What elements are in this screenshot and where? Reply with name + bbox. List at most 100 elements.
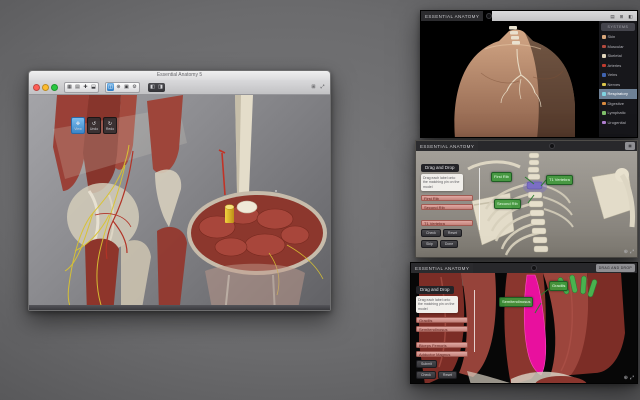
sidebar-item-respiratory[interactable]: Respiratory xyxy=(599,89,637,99)
fullscreen-icon[interactable]: ⤢ xyxy=(319,83,326,91)
sidebar-item-digestive[interactable]: Digestive xyxy=(599,99,637,109)
split-view-icon[interactable]: ◧ xyxy=(627,13,634,20)
grid-view-icon[interactable]: ⊞ xyxy=(618,13,625,20)
bone-icon xyxy=(602,54,606,58)
isolate-icon[interactable]: ◫ xyxy=(107,83,114,91)
thigh-cross-section[interactable] xyxy=(187,191,327,275)
sidebar-item-urogenital[interactable]: Urogenital xyxy=(599,118,637,128)
drag-drop-panel: Drag and Drop Drag each label onto the m… xyxy=(416,278,476,379)
pin-label[interactable]: Second Rib xyxy=(494,199,521,209)
main-3d-viewport[interactable]: ✥ View ↺ Undo ↻ Redo xyxy=(29,95,330,310)
sciatic-nerve-highlight[interactable] xyxy=(225,205,234,223)
pin-label[interactable]: Gracilis xyxy=(549,281,568,291)
settings-icon[interactable]: ⚙ xyxy=(131,83,138,91)
panel-instructions: Drag each label onto the matching pin on… xyxy=(416,296,458,313)
atlas-toolbar: ▤ ⊞ ◧ xyxy=(492,11,637,21)
kidney-icon xyxy=(602,121,606,125)
atlas-titlebar: ESSENTIAL ANATOMY ▤ ⊞ ◧ xyxy=(421,11,637,21)
nerve-icon xyxy=(602,83,606,87)
view-mode-segmented-control[interactable]: ◧ ◨ xyxy=(148,83,165,92)
spine-titlebar: ESSENTIAL ANATOMY ▦ xyxy=(416,141,637,151)
chest-torso-illustration xyxy=(421,21,599,137)
expand-icon[interactable]: ⤢ xyxy=(630,249,634,255)
drag-label[interactable]: T1 Vertebra xyxy=(421,220,473,226)
sidebar-item-muscular[interactable]: Muscular xyxy=(599,42,637,52)
drag-label[interactable]: Second Rib xyxy=(421,204,473,210)
reset-button[interactable]: Reset xyxy=(438,371,457,379)
minimize-button[interactable] xyxy=(42,84,49,91)
cut-icon[interactable]: ⬓ xyxy=(90,83,97,91)
pin-label[interactable]: Semitendinosus xyxy=(499,297,533,307)
check-button[interactable]: Check xyxy=(416,371,436,379)
pin-label[interactable]: First Rib xyxy=(491,172,512,182)
done-button[interactable]: Done xyxy=(440,240,458,248)
panel-scrollbar[interactable] xyxy=(474,290,475,352)
vein-icon xyxy=(602,73,606,77)
sidebar-item-lymphatic[interactable]: Lymphatic xyxy=(599,108,637,118)
thigh-3d-viewport[interactable]: Semitendinosus Gracilis Drag and Drop Dr… xyxy=(411,273,637,383)
lymph-icon xyxy=(602,111,606,115)
zoom-icon[interactable]: ⊕ xyxy=(624,249,628,255)
view-tool-button[interactable]: ✥ View xyxy=(71,117,85,134)
viewport-corner-controls: ⊕ ⤢ xyxy=(624,249,634,255)
segment-left-icon[interactable]: ◧ xyxy=(149,83,156,91)
media-icon[interactable]: ▣ xyxy=(123,83,130,91)
chest-anatomy-window[interactable]: ESSENTIAL ANATOMY ▤ ⊞ ◧ xyxy=(420,10,638,138)
check-button[interactable]: Check xyxy=(421,229,441,237)
floating-tool-buttons: ✥ View ↺ Undo ↻ Redo xyxy=(71,117,117,134)
chest-3d-viewport[interactable] xyxy=(421,21,599,137)
panel-toggle-icon[interactable]: ⊞ xyxy=(310,83,317,91)
viewport-corner-controls: ⊕ ⤢ xyxy=(624,375,634,381)
undo-tool-button[interactable]: ↺ Undo xyxy=(87,117,101,134)
sidebar-item-nerves[interactable]: Nerves xyxy=(599,80,637,90)
close-button[interactable] xyxy=(33,84,40,91)
lungs-icon xyxy=(602,92,606,96)
highlighted-vertebra[interactable] xyxy=(527,182,542,189)
view-toggle-button[interactable]: ▦ xyxy=(625,142,635,150)
panel-scrollbar[interactable] xyxy=(479,168,480,230)
record-dot-icon xyxy=(549,143,555,149)
reset-button[interactable]: Reset xyxy=(443,229,462,237)
toolbar-group-view: ▦ ▤ ✚ ⬓ xyxy=(64,82,99,93)
thigh-quiz-window[interactable]: ESSENTIAL ANATOMY DRAG AND DROP xyxy=(410,262,638,384)
app-brand: ESSENTIAL ANATOMY xyxy=(416,141,478,151)
muscle-icon xyxy=(602,45,606,49)
sidebar-item-skin[interactable]: Skin xyxy=(599,32,637,42)
zoom-icon[interactable]: ⊕ xyxy=(624,375,628,381)
list-icon[interactable]: ▤ xyxy=(609,13,616,20)
panel-instructions: Drag each label onto the matching pin on… xyxy=(421,174,463,191)
main-anatomy-window[interactable]: Essential Anatomy 5 ▦ ▤ ✚ ⬓ ◫ ⊕ ▣ ⚙ ◧ ◨ xyxy=(28,70,331,311)
layers-icon[interactable]: ▤ xyxy=(74,83,81,91)
sidebar-item-skeletal[interactable]: Skeletal xyxy=(599,51,637,61)
toolbar-group-tools: ◫ ⊕ ▣ ⚙ xyxy=(105,82,140,93)
drag-label[interactable]: Gracilis xyxy=(416,317,468,323)
app-brand: ESSENTIAL ANATOMY xyxy=(411,263,473,273)
segment-right-icon[interactable]: ◨ xyxy=(157,83,164,91)
zoom-button[interactable] xyxy=(51,84,58,91)
spine-quiz-window[interactable]: ESSENTIAL ANATOMY ▦ xyxy=(415,140,638,258)
spine-3d-viewport[interactable]: First Rib T1 Vertebra Second Rib Drag an… xyxy=(416,151,637,257)
thigh-titlebar: ESSENTIAL ANATOMY DRAG AND DROP xyxy=(411,263,637,273)
toolbar-right-group: ⊞ ⤢ xyxy=(310,83,326,91)
sidebar-item-veins[interactable]: Veins xyxy=(599,70,637,80)
systems-header: SYSTEMS xyxy=(601,23,635,31)
skin-icon xyxy=(602,35,606,39)
redo-tool-button[interactable]: ↻ Redo xyxy=(103,117,117,134)
panel-title: Drag and Drop xyxy=(421,164,459,172)
drag-label[interactable]: Biceps Femoris xyxy=(416,342,468,348)
drag-label[interactable]: Semitendinosus xyxy=(416,326,468,332)
artery-icon xyxy=(602,64,606,68)
pin-label[interactable]: T1 Vertebra xyxy=(546,175,573,185)
pin-icon[interactable]: ⊕ xyxy=(115,83,122,91)
skip-button[interactable]: Skip xyxy=(421,240,438,248)
sidebar-item-arteries[interactable]: Arteries xyxy=(599,61,637,71)
submit-button[interactable]: Submit xyxy=(416,360,437,368)
record-dot-icon xyxy=(531,265,537,271)
add-icon[interactable]: ✚ xyxy=(82,83,89,91)
desktop: Essential Anatomy 5 ▦ ▤ ✚ ⬓ ◫ ⊕ ▣ ⚙ ◧ ◨ xyxy=(0,0,640,400)
grid-icon[interactable]: ▦ xyxy=(66,83,73,91)
window-title: Essential Anatomy 5 xyxy=(29,71,330,80)
drag-label[interactable]: First Rib xyxy=(421,195,473,201)
drag-label[interactable]: Adductor Magnus xyxy=(416,351,468,357)
expand-icon[interactable]: ⤢ xyxy=(630,375,634,381)
